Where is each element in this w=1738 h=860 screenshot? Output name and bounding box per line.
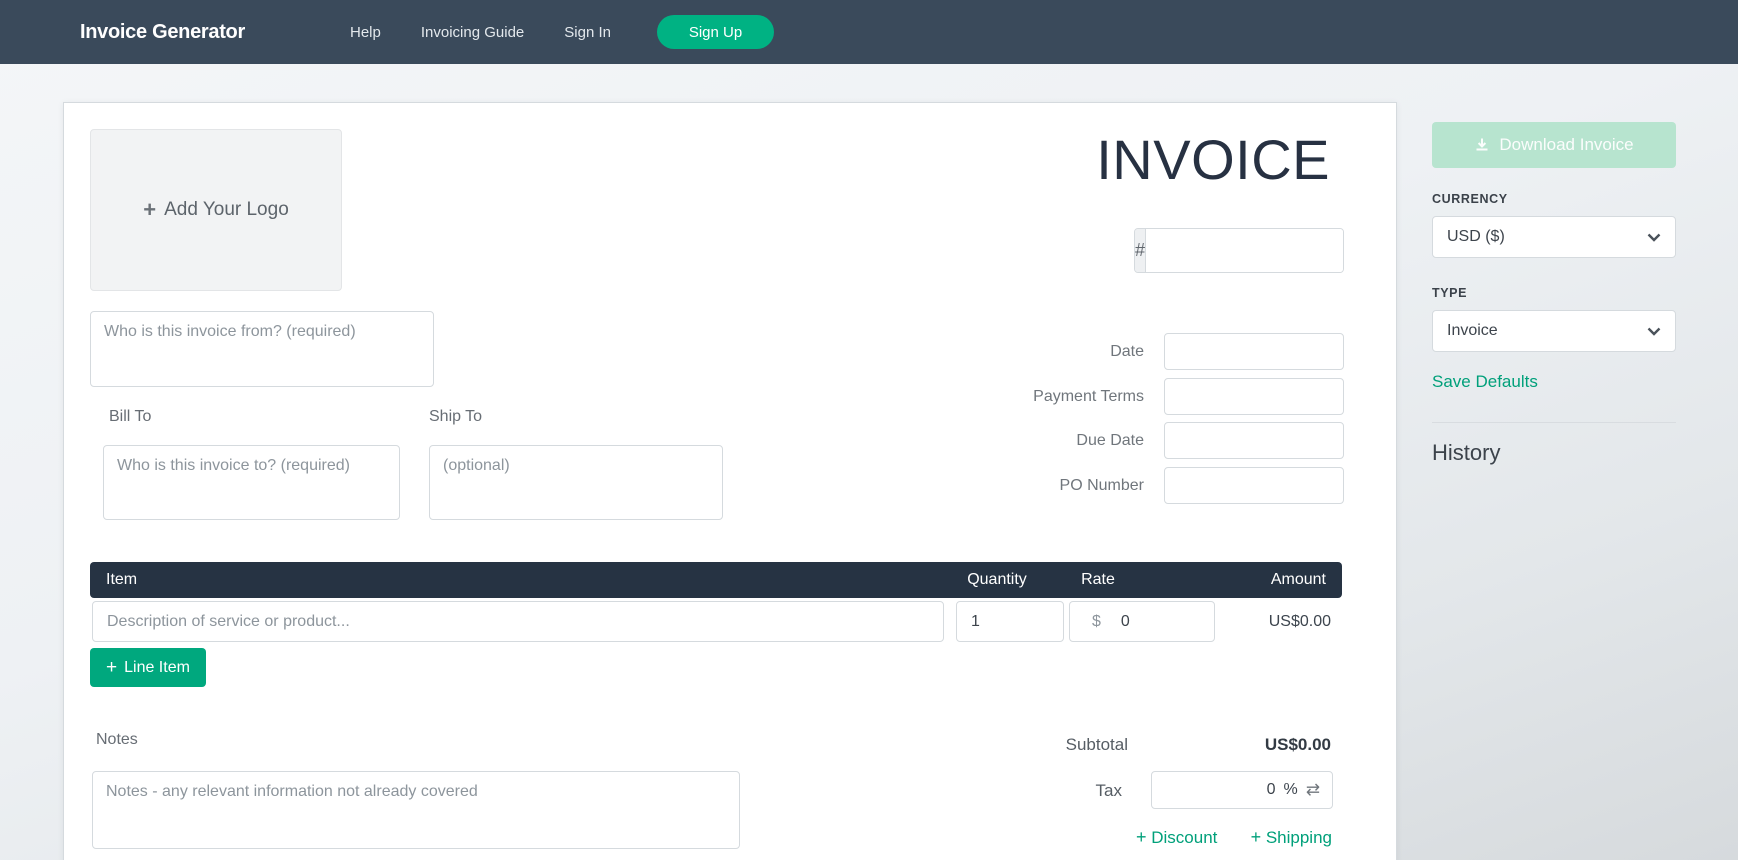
plus-icon: + bbox=[1136, 827, 1147, 847]
tax-toggle-icon[interactable]: ⇄ bbox=[1306, 780, 1320, 800]
percent-label: % bbox=[1284, 781, 1298, 799]
item-rate-group: $ bbox=[1069, 601, 1215, 642]
download-invoice-button[interactable]: Download Invoice bbox=[1432, 122, 1676, 168]
currency-symbol: $ bbox=[1070, 613, 1101, 631]
meta-row-payment-terms: Payment Terms bbox=[764, 378, 1344, 415]
brand-logo[interactable]: Invoice Generator bbox=[80, 0, 245, 64]
meta-row-po-number: PO Number bbox=[764, 467, 1344, 504]
history-heading: History bbox=[1432, 440, 1500, 466]
add-line-item-button[interactable]: + Line Item bbox=[90, 648, 206, 687]
subtotal-value: US$0.00 bbox=[1265, 735, 1331, 755]
type-selected-value: Invoice bbox=[1447, 322, 1498, 340]
chevron-down-icon bbox=[1647, 327, 1661, 336]
invoice-from-textarea[interactable] bbox=[90, 311, 434, 387]
currency-select[interactable]: USD ($) bbox=[1432, 216, 1676, 258]
plus-icon: + bbox=[106, 657, 117, 679]
quantity-column-header: Quantity bbox=[967, 562, 1027, 598]
plus-icon: + bbox=[143, 197, 156, 223]
sidebar-divider bbox=[1432, 422, 1676, 423]
item-rate-input[interactable] bbox=[1101, 613, 1171, 631]
save-defaults-link[interactable]: Save Defaults bbox=[1432, 372, 1538, 392]
bill-to-label: Bill To bbox=[109, 408, 151, 426]
add-discount-link[interactable]: + Discount bbox=[1136, 827, 1217, 848]
po-number-label: PO Number bbox=[764, 467, 1144, 504]
item-column-header: Item bbox=[106, 562, 137, 598]
add-discount-label: Discount bbox=[1151, 828, 1217, 847]
chevron-down-icon bbox=[1647, 233, 1661, 242]
type-label: TYPE bbox=[1432, 286, 1467, 300]
due-date-label: Due Date bbox=[764, 422, 1144, 459]
currency-selected-value: USD ($) bbox=[1447, 228, 1505, 246]
date-label: Date bbox=[764, 333, 1144, 370]
due-date-input[interactable] bbox=[1164, 422, 1344, 459]
add-shipping-link[interactable]: + Shipping bbox=[1251, 827, 1332, 848]
download-icon bbox=[1474, 137, 1490, 153]
tax-label: Tax bbox=[1096, 781, 1122, 801]
items-table-header: Item Quantity Rate Amount bbox=[90, 562, 1342, 598]
add-shipping-label: Shipping bbox=[1266, 828, 1332, 847]
sign-up-button[interactable]: Sign Up bbox=[657, 15, 774, 49]
item-description-input[interactable] bbox=[92, 601, 944, 642]
tax-input[interactable] bbox=[1216, 781, 1276, 799]
date-input[interactable] bbox=[1164, 333, 1344, 370]
nav-links: Help Invoicing Guide Sign In bbox=[350, 0, 611, 64]
type-select[interactable]: Invoice bbox=[1432, 310, 1676, 352]
ship-to-textarea[interactable] bbox=[429, 445, 723, 520]
meta-row-date: Date bbox=[764, 333, 1344, 370]
notes-textarea[interactable] bbox=[92, 771, 740, 849]
page: Invoice Generator Help Invoicing Guide S… bbox=[0, 0, 1738, 860]
download-invoice-label: Download Invoice bbox=[1499, 135, 1633, 155]
nav-link-sign-in[interactable]: Sign In bbox=[564, 24, 611, 41]
add-line-item-label: Line Item bbox=[124, 659, 190, 677]
tax-input-group: % ⇄ bbox=[1151, 771, 1333, 809]
notes-label: Notes bbox=[96, 731, 138, 749]
item-amount-value: US$0.00 bbox=[1269, 601, 1331, 642]
plus-icon: + bbox=[1251, 827, 1262, 847]
add-logo-label: Add Your Logo bbox=[164, 199, 289, 221]
invoice-title: INVOICE bbox=[1096, 127, 1330, 192]
top-nav: Invoice Generator Help Invoicing Guide S… bbox=[0, 0, 1738, 64]
amount-column-header: Amount bbox=[1271, 562, 1326, 598]
bill-to-textarea[interactable] bbox=[103, 445, 400, 520]
item-quantity-input[interactable] bbox=[956, 601, 1064, 642]
currency-label: CURRENCY bbox=[1432, 192, 1508, 206]
invoice-card: + Add Your Logo INVOICE # Bill To Ship T… bbox=[63, 102, 1397, 860]
subtotal-label: Subtotal bbox=[1066, 735, 1128, 755]
add-logo-dropzone[interactable]: + Add Your Logo bbox=[90, 129, 342, 291]
meta-row-due-date: Due Date bbox=[764, 422, 1344, 459]
po-number-input[interactable] bbox=[1164, 467, 1344, 504]
hash-icon: # bbox=[1135, 229, 1146, 272]
rate-column-header: Rate bbox=[1081, 562, 1115, 598]
nav-link-invoicing-guide[interactable]: Invoicing Guide bbox=[421, 24, 524, 41]
nav-link-help[interactable]: Help bbox=[350, 24, 381, 41]
invoice-number-group: # bbox=[1134, 228, 1344, 273]
ship-to-label: Ship To bbox=[429, 408, 482, 426]
invoice-number-input[interactable] bbox=[1146, 229, 1344, 272]
payment-terms-input[interactable] bbox=[1164, 378, 1344, 415]
payment-terms-label: Payment Terms bbox=[764, 378, 1144, 415]
